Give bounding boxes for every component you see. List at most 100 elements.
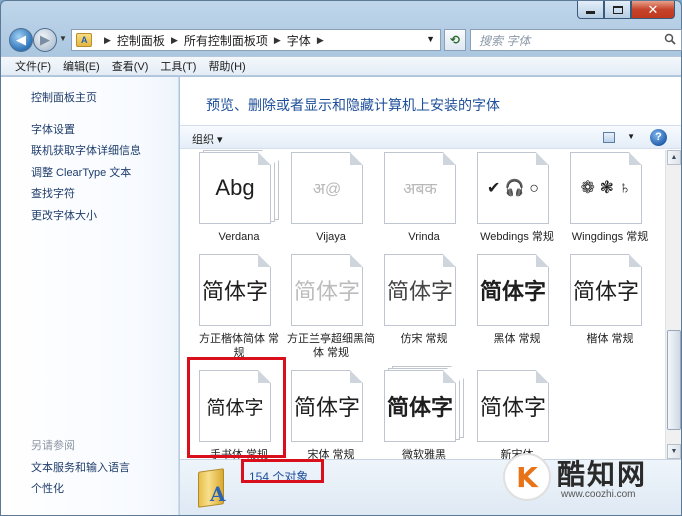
font-sample: अबक bbox=[403, 181, 437, 198]
refresh-button[interactable]: ⟲ bbox=[444, 29, 466, 51]
font-label: 宋体 常规 bbox=[307, 449, 355, 459]
navigation-pane: 控制面板主页 字体设置 联机获取字体详细信息 调整 ClearType 文本 查… bbox=[1, 77, 179, 515]
refresh-icon: ⟲ bbox=[449, 33, 461, 47]
fonts-folder-icon bbox=[76, 33, 92, 47]
nav-change-font-size[interactable]: 更改字体大小 bbox=[31, 207, 97, 223]
font-sample: ❁ ❃ ♄ bbox=[580, 178, 632, 197]
nav-personalization[interactable]: 个性化 bbox=[31, 480, 64, 496]
address-bar[interactable]: ▶ 控制面板 ▶ 所有控制面板项 ▶ 字体 ▶ ▼ bbox=[71, 29, 441, 51]
address-row: ◀ ▶ ▼ ▶ 控制面板 ▶ 所有控制面板项 ▶ 字体 ▶ ▼ ⟲ 搜索 字体 bbox=[7, 25, 682, 55]
font-sample: 简体字 bbox=[386, 279, 453, 304]
help-icon[interactable]: ? bbox=[650, 129, 667, 146]
search-input[interactable]: 搜索 字体 bbox=[470, 29, 682, 51]
font-label: Verdana bbox=[218, 231, 260, 243]
watermark: K 酷知网 www.coozhi.com bbox=[503, 451, 671, 507]
font-tile-heiti[interactable]: 简体字 黑体 常规 bbox=[472, 250, 562, 346]
menu-tools[interactable]: 工具(T) bbox=[154, 58, 202, 74]
nav-get-font-info-online[interactable]: 联机获取字体详细信息 bbox=[31, 142, 141, 158]
organize-menu[interactable]: 组织 ▾ bbox=[192, 131, 223, 147]
font-sample: 简体字 bbox=[479, 395, 546, 420]
font-tile-songti[interactable]: 简体字 宋体 常规 bbox=[286, 366, 376, 459]
font-tile-webdings[interactable]: ✔ 🎧 ○ Webdings 常规 bbox=[472, 150, 562, 244]
font-sample: अ@ bbox=[312, 181, 342, 198]
vertical-scrollbar[interactable]: ▲ ▼ bbox=[665, 150, 681, 459]
font-label: 方正楷体简体 常规 bbox=[198, 333, 280, 359]
chevron-right-icon[interactable]: ▶ bbox=[171, 35, 178, 46]
menu-view[interactable]: 查看(V) bbox=[106, 58, 155, 74]
scroll-up-button[interactable]: ▲ bbox=[667, 150, 681, 165]
font-sample: 简体字 bbox=[293, 279, 360, 304]
page-title: 预览、删除或者显示和隐藏计算机上安装的字体 bbox=[206, 97, 500, 113]
font-label: Wingdings 常规 bbox=[571, 231, 649, 243]
font-sample: 简体字 bbox=[293, 395, 360, 420]
font-tile-vijaya[interactable]: अ@ Vijaya bbox=[286, 150, 376, 244]
breadcrumb-fonts[interactable]: 字体 bbox=[287, 32, 311, 49]
nav-find-character[interactable]: 查找字符 bbox=[31, 185, 75, 201]
chevron-right-icon[interactable]: ▶ bbox=[274, 35, 281, 46]
font-sample: 简体字 bbox=[479, 279, 546, 304]
fonts-letter-a-icon: A bbox=[210, 482, 226, 506]
scroll-thumb[interactable] bbox=[667, 330, 681, 430]
font-sample: Abg bbox=[215, 175, 255, 200]
back-button[interactable]: ◀ bbox=[9, 28, 33, 52]
highlight-box bbox=[187, 357, 286, 458]
font-label: Webdings 常规 bbox=[480, 231, 554, 243]
watermark-url: www.coozhi.com bbox=[561, 489, 636, 500]
close-button[interactable]: ✕ bbox=[631, 1, 675, 19]
font-label: 方正兰亭超细黑简体 常规 bbox=[287, 333, 375, 359]
font-sample: 简体字 bbox=[201, 279, 268, 304]
nav-font-settings[interactable]: 字体设置 bbox=[31, 121, 75, 137]
font-tile-wingdings[interactable]: ❁ ❃ ♄ Wingdings 常规 bbox=[565, 150, 655, 244]
recent-pages-dropdown[interactable]: ▼ bbox=[59, 34, 67, 43]
arrow-right-icon: ▶ bbox=[40, 32, 50, 47]
font-tile-msyahei[interactable]: 简体字 微软雅黑 bbox=[379, 366, 469, 459]
font-label: 黑体 常规 bbox=[493, 333, 541, 345]
highlight-box bbox=[241, 459, 324, 483]
watermark-logo-icon: K bbox=[503, 453, 551, 501]
font-tile-kaiti[interactable]: 简体字 楷体 常规 bbox=[565, 250, 655, 346]
menu-help[interactable]: 帮助(H) bbox=[202, 58, 251, 74]
nav-text-services[interactable]: 文本服务和输入语言 bbox=[31, 459, 130, 475]
menu-edit[interactable]: 编辑(E) bbox=[57, 58, 106, 74]
maximize-button[interactable] bbox=[604, 1, 631, 19]
font-tile-fz-kaiti[interactable]: 简体字 方正楷体简体 常规 bbox=[194, 250, 284, 360]
font-label: 微软雅黑 bbox=[402, 449, 446, 459]
address-dropdown-icon[interactable]: ▼ bbox=[426, 34, 435, 44]
caption-buttons: ✕ bbox=[577, 1, 675, 19]
menu-file[interactable]: 文件(F) bbox=[9, 58, 57, 74]
font-sample: ✔ 🎧 ○ bbox=[487, 180, 539, 197]
font-label: Vijaya bbox=[316, 231, 346, 243]
menu-bar: 文件(F) 编辑(E) 查看(V) 工具(T) 帮助(H) bbox=[1, 56, 681, 76]
breadcrumb-control-panel[interactable]: 控制面板 bbox=[117, 32, 165, 49]
watermark-name: 酷知网 bbox=[557, 459, 648, 490]
nav-adjust-cleartype[interactable]: 调整 ClearType 文本 bbox=[31, 164, 131, 180]
font-label: Vrinda bbox=[408, 231, 440, 243]
view-dropdown-icon[interactable]: ▼ bbox=[627, 132, 635, 141]
see-also-heading: 另请参阅 bbox=[31, 440, 75, 452]
minimize-button[interactable] bbox=[577, 1, 604, 19]
command-bar: 组织 ▾ ▼ ? bbox=[180, 125, 681, 149]
font-label: 仿宋 常规 bbox=[400, 333, 448, 345]
font-tile-fz-lanting[interactable]: 简体字 方正兰亭超细黑简体 常规 bbox=[286, 250, 376, 360]
chevron-right-icon[interactable]: ▶ bbox=[317, 35, 324, 46]
explorer-window: ✕ ◀ ▶ ▼ ▶ 控制面板 ▶ 所有控制面板项 ▶ 字体 ▶ ▼ ⟲ 搜索 字… bbox=[0, 0, 682, 516]
breadcrumb-all-items[interactable]: 所有控制面板项 bbox=[184, 32, 268, 49]
minimize-icon bbox=[586, 11, 595, 14]
forward-button[interactable]: ▶ bbox=[33, 28, 57, 52]
search-placeholder: 搜索 字体 bbox=[479, 33, 531, 48]
font-tile-fangsong[interactable]: 简体字 仿宋 常规 bbox=[379, 250, 469, 346]
close-icon: ✕ bbox=[647, 2, 659, 17]
font-tile-nsimsun[interactable]: 简体字 新宋体 bbox=[472, 366, 562, 459]
font-tile-verdana[interactable]: Abg Verdana bbox=[194, 150, 284, 244]
maximize-icon bbox=[612, 5, 623, 14]
font-sample: 简体字 bbox=[386, 395, 453, 420]
change-view-icon[interactable] bbox=[603, 132, 615, 143]
font-grid: Abg Verdana अ@ Vijaya अबक Vrinda ✔ 🎧 ○ W… bbox=[180, 150, 665, 459]
chevron-right-icon[interactable]: ▶ bbox=[104, 35, 111, 46]
arrow-left-icon: ◀ bbox=[16, 32, 26, 47]
nav-control-panel-home[interactable]: 控制面板主页 bbox=[31, 89, 97, 105]
font-sample: 简体字 bbox=[572, 279, 639, 304]
search-icon[interactable] bbox=[664, 33, 676, 45]
content-pane: 预览、删除或者显示和隐藏计算机上安装的字体 组织 ▾ ▼ ? Abg Verda… bbox=[180, 77, 681, 515]
font-tile-vrinda[interactable]: अबक Vrinda bbox=[379, 150, 469, 244]
